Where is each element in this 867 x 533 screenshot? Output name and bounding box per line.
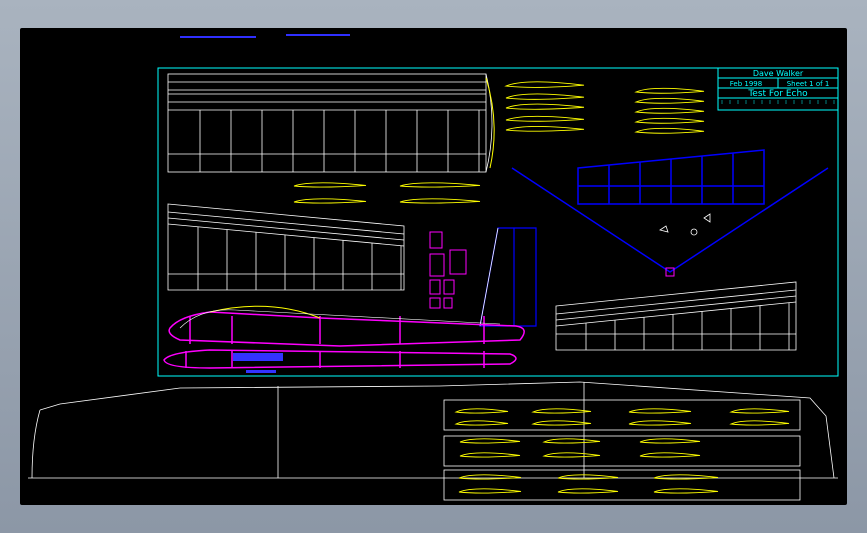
airfoil-rib (653, 474, 719, 480)
airfoil-rib (399, 198, 481, 204)
airfoil-rib (634, 97, 705, 104)
airfoil-rib (459, 438, 521, 444)
author-text: Dave Walker (753, 69, 804, 78)
airfoil-rib (454, 420, 509, 426)
airfoil-rib (628, 408, 692, 414)
fuselage (163, 311, 525, 369)
canopy (209, 305, 321, 319)
airfoil-rib (293, 198, 367, 204)
airfoil-rib (459, 452, 521, 458)
airfoil-rib (542, 438, 601, 444)
airfoil-rib (458, 488, 522, 494)
small-white-parts (659, 213, 711, 236)
sheet-text: Sheet 1 of 1 (787, 80, 830, 88)
header-label-marks (180, 34, 350, 38)
airfoil-rib (542, 452, 601, 458)
stabilizer (577, 149, 765, 205)
airfoil-rib (293, 182, 367, 188)
airfoil-rib (634, 127, 705, 134)
sheet-border (157, 67, 839, 377)
small-parts (429, 231, 467, 309)
airfoil-rib (505, 115, 585, 122)
airfoil-rib (458, 474, 522, 480)
airfoil-rib (505, 125, 585, 132)
airfoil-rib (653, 488, 719, 494)
airfoil-rib (531, 408, 592, 414)
airfoil-rib (634, 107, 705, 114)
airfoil-rib (557, 488, 619, 494)
wing-tip-airfoil (485, 77, 495, 169)
airfoil-rib (531, 420, 592, 426)
cad-viewport[interactable]: Dave Walker Feb 1998 Sheet 1 of 1 Test F… (20, 28, 847, 505)
airfoil-rib (505, 103, 585, 110)
vertical-fin (479, 227, 537, 327)
drawing-title-text: Test For Echo (747, 89, 808, 99)
wing-panel-top (167, 73, 487, 173)
airfoil-ribs (293, 81, 790, 494)
airfoil-rib (729, 408, 790, 414)
title-block: Dave Walker Feb 1998 Sheet 1 of 1 Test F… (717, 67, 839, 111)
airfoil-rib (628, 420, 692, 426)
airfoil-boxes (443, 399, 801, 501)
drawing-canvas[interactable]: Dave Walker Feb 1998 Sheet 1 of 1 Test F… (20, 28, 847, 505)
fin-outline (479, 227, 499, 327)
airfoil-rib (454, 408, 509, 414)
airfoil-rib (639, 438, 701, 444)
fuselage-labels (233, 353, 283, 373)
airfoil-rib (399, 182, 481, 188)
airfoil-rib (729, 420, 790, 426)
wing-panel-right (555, 281, 797, 351)
airfoil-rib (634, 117, 705, 124)
wing-panel-mid (167, 203, 405, 291)
dihedral-lines (511, 167, 829, 273)
airfoil-rib (505, 81, 585, 88)
airfoil-rib (557, 474, 619, 480)
airfoil-rib (634, 87, 705, 94)
airfoil-rib (639, 452, 701, 458)
date-text: Feb 1998 (730, 80, 762, 88)
airfoil-rib (505, 93, 585, 100)
